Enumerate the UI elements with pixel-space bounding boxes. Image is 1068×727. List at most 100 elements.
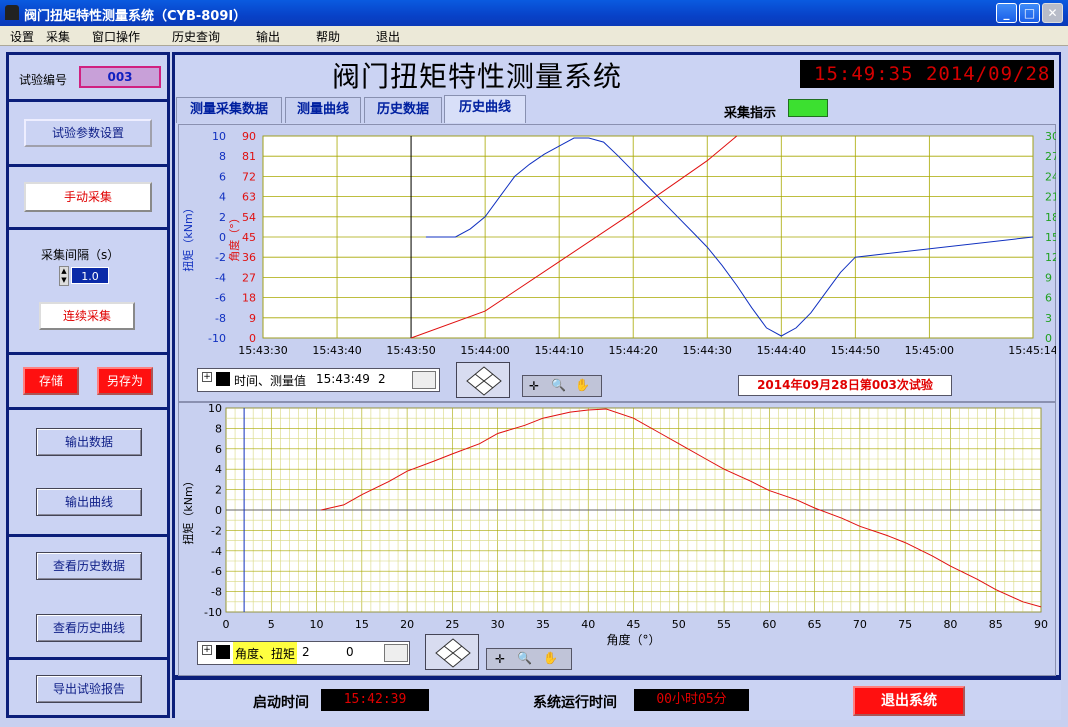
tab-history-data[interactable]: 历史数据: [364, 97, 442, 123]
history-section: 查看历史数据 查看历史曲线: [9, 537, 167, 657]
view-history-data-button[interactable]: 查看历史数据: [36, 552, 142, 580]
pan-diamond-icon: [466, 366, 502, 396]
menu-acquire[interactable]: 采集: [46, 28, 70, 45]
right-tick-label: 30: [1045, 130, 1056, 143]
x-tick-label: 75: [898, 618, 912, 631]
mid-tick-label: 63: [242, 191, 256, 204]
y-tick-label: 2: [215, 484, 222, 497]
right-tick-label: 9: [1045, 271, 1052, 284]
legend-index: 2: [378, 372, 386, 386]
interval-spinner[interactable]: ▲ ▼: [59, 266, 69, 286]
x-tick-label: 5: [268, 618, 275, 631]
x-tick-label: 80: [943, 618, 957, 631]
cursor-tool-icon[interactable]: ✛: [529, 379, 539, 393]
test-params-button[interactable]: 试验参数设置: [24, 119, 152, 147]
interval-section: 采集间隔（s） ▲ ▼ 1.0 连续采集: [9, 230, 167, 352]
bottom-legend: + 角度、扭矩 2 0: [197, 641, 410, 665]
mid-tick-label: 18: [242, 292, 256, 305]
zoom-tool-icon[interactable]: 🔍: [517, 651, 532, 665]
left-axis-label: 扭矩（kNm）: [181, 202, 195, 271]
export-curve-button[interactable]: 输出曲线: [36, 488, 142, 516]
x-tick-label: 15:45:14: [1008, 344, 1056, 357]
mid-tick-label: 81: [242, 150, 256, 163]
x-tick-label: 15:44:00: [460, 344, 509, 357]
acquire-indicator: [788, 99, 828, 117]
legend-swatch: [216, 372, 230, 386]
menu-window[interactable]: 窗口操作: [92, 28, 140, 45]
left-tick-label: 10: [212, 130, 226, 143]
top-pan-tool[interactable]: [456, 362, 510, 398]
mid-axis-label: 角度（°）: [227, 212, 241, 262]
x-tick-label: 70: [853, 618, 867, 631]
right-tick-label: 6: [1045, 292, 1052, 305]
menu-exit[interactable]: 退出: [376, 28, 400, 45]
app-icon: [5, 5, 19, 20]
cursor-tool-icon[interactable]: ✛: [495, 652, 505, 666]
x-tick-label: 45: [627, 618, 641, 631]
close-button[interactable]: ✕: [1042, 3, 1063, 23]
top-chart: 15:43:30 15:43:40 15:43:50 15:44:00 15:44:10…: [181, 130, 1056, 357]
hand-tool-icon[interactable]: ✋: [575, 378, 590, 392]
menu-output[interactable]: 输出: [256, 28, 280, 45]
left-tick-label: -2: [215, 251, 226, 264]
right-tick-label: 24: [1045, 170, 1056, 183]
y-tick-label: 0: [215, 504, 222, 517]
continuous-acquire-button[interactable]: 连续采集: [39, 302, 135, 330]
menu-history[interactable]: 历史查询: [172, 28, 220, 45]
exit-system-button[interactable]: 退出系统: [853, 686, 965, 716]
mid-tick-label: 36: [242, 251, 256, 264]
x-tick-label: 55: [717, 618, 731, 631]
x-tick-label: 30: [491, 618, 505, 631]
maximize-button[interactable]: □: [1019, 3, 1040, 23]
test-number-field[interactable]: 003: [79, 66, 161, 88]
tab-measure-curve[interactable]: 测量曲线: [285, 97, 361, 123]
export-data-button[interactable]: 输出数据: [36, 428, 142, 456]
mid-tick-label: 45: [242, 231, 256, 244]
y-tick-label: -6: [211, 565, 222, 578]
left-tick-label: -6: [215, 292, 226, 305]
right-tick-label: 0: [1045, 332, 1052, 345]
legend-value-a: 2: [302, 645, 310, 659]
x-tick-label: 15:43:30: [238, 344, 287, 357]
minimize-button[interactable]: _: [996, 3, 1017, 23]
legend-scroll[interactable]: [384, 644, 408, 662]
x-tick-label: 15:44:50: [831, 344, 880, 357]
legend-expand-icon[interactable]: +: [202, 372, 212, 382]
legend-value-b: 0: [346, 645, 354, 659]
manual-acquire-button[interactable]: 手动采集: [24, 182, 152, 212]
right-tick-label: 3: [1045, 312, 1052, 325]
pan-diamond-icon: [435, 638, 471, 668]
mid-tick-label: 54: [242, 211, 256, 224]
y-tick-label: -10: [204, 606, 222, 619]
bottom-pan-tool[interactable]: [425, 634, 479, 670]
tab-acquire-data[interactable]: 测量采集数据: [176, 97, 282, 123]
save-button[interactable]: 存储: [23, 367, 79, 395]
tab-history-curve[interactable]: 历史曲线: [444, 95, 526, 123]
legend-swatch: [216, 645, 230, 659]
interval-field[interactable]: 1.0: [71, 267, 109, 284]
save-as-button[interactable]: 另存为: [97, 367, 153, 395]
y-tick-label: -4: [211, 545, 222, 558]
manual-section: 手动采集: [9, 167, 167, 227]
left-tick-label: 2: [219, 211, 226, 224]
legend-expand-icon[interactable]: +: [202, 645, 212, 655]
x-tick-label: 90: [1034, 618, 1048, 631]
zoom-tool-icon[interactable]: 🔍: [551, 378, 566, 392]
clock-display: 15:49:35 2014/09/28: [800, 60, 1054, 88]
legend-scroll[interactable]: [412, 371, 436, 389]
window-title: 阀门扭矩特性测量系统（CYB-809I）: [24, 9, 247, 24]
left-tick-label: 8: [219, 150, 226, 163]
menu-settings[interactable]: 设置: [10, 28, 34, 45]
mid-tick-label: 9: [249, 312, 256, 325]
hand-tool-icon[interactable]: ✋: [543, 651, 558, 665]
menu-help[interactable]: 帮助: [316, 28, 340, 45]
test-number-section: 试验编号 003: [9, 55, 167, 99]
export-report-button[interactable]: 导出试验报告: [36, 675, 142, 703]
x-tick-label: 0: [223, 618, 230, 631]
y-tick-label: 6: [215, 443, 222, 456]
test-number-label: 试验编号: [19, 73, 68, 87]
view-history-curve-button[interactable]: 查看历史曲线: [36, 614, 142, 642]
top-graph-tools: ✛ 🔍 ✋: [522, 375, 602, 397]
x-tick-label: 15:44:20: [608, 344, 657, 357]
x-tick-label: 15:44:10: [534, 344, 583, 357]
